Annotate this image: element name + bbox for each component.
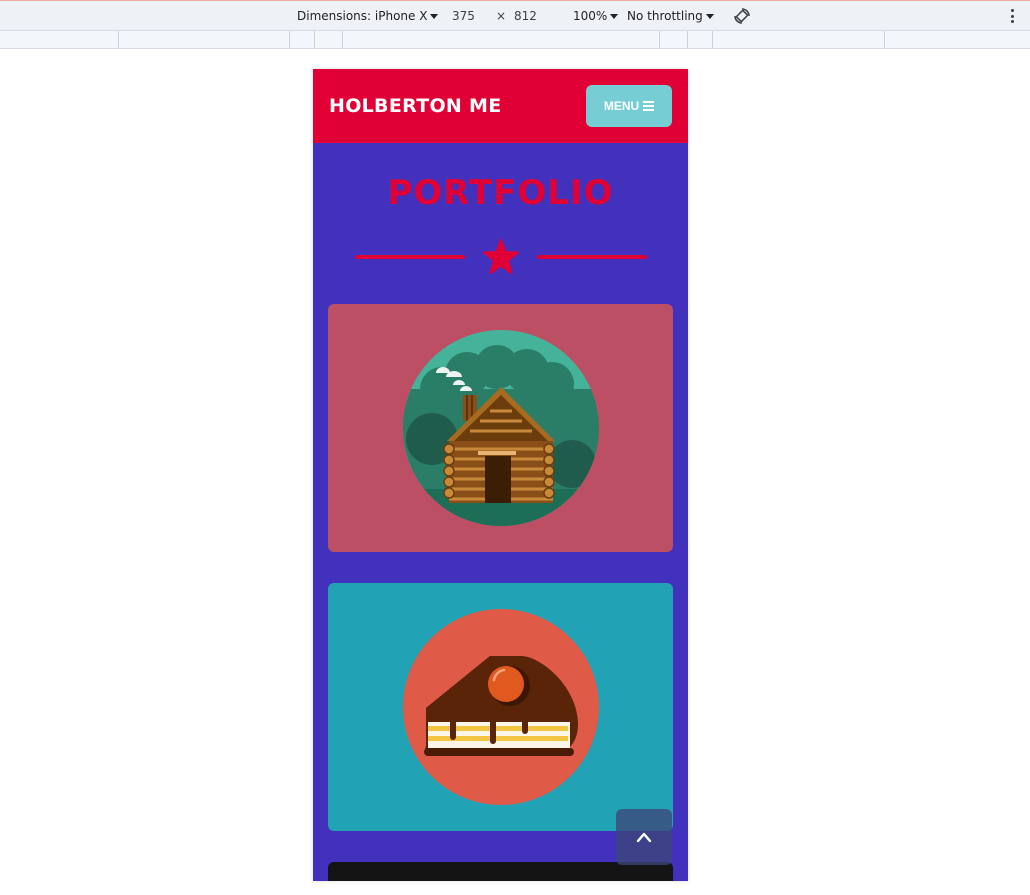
star-icon: [483, 239, 519, 274]
portfolio-item-cabin[interactable]: [328, 304, 673, 552]
height-input[interactable]: 812: [514, 9, 537, 23]
scroll-top-button[interactable]: [616, 809, 672, 865]
chevron-down-icon: [705, 13, 714, 19]
throttling-select[interactable]: No throttling: [627, 9, 714, 23]
zoom-label: 100%: [573, 9, 608, 23]
divider-line: [537, 255, 647, 259]
menu-label: MENU: [603, 99, 640, 113]
dimension-separator: ×: [496, 9, 506, 23]
width-value: 375: [452, 9, 475, 23]
chevron-down-icon: [430, 13, 439, 19]
zoom-select[interactable]: 100%: [573, 9, 619, 23]
portfolio-item-cake[interactable]: [328, 583, 673, 831]
height-value: 812: [514, 9, 537, 23]
more-vert-icon[interactable]: [1007, 8, 1017, 24]
log-cabin-illustration: [402, 330, 599, 526]
chevron-down-icon: [610, 13, 619, 19]
times-symbol: ×: [496, 9, 507, 23]
chocolate-cake-slice-illustration: [402, 609, 599, 805]
throttling-label: No throttling: [627, 9, 703, 23]
width-input[interactable]: 375: [452, 9, 475, 23]
menu-button[interactable]: MENU: [586, 85, 672, 127]
bars-icon: [643, 101, 655, 111]
chevron-up-icon: [636, 832, 652, 843]
device-viewport: HOLBERTON ME MENU PORTFOLIO: [313, 69, 688, 881]
device-toolbar: Dimensions: iPhone X 375 × 812 100% No t…: [0, 0, 1030, 31]
brand-title[interactable]: HOLBERTON ME: [329, 95, 502, 117]
title-divider: [355, 237, 647, 275]
device-select-label: Dimensions: iPhone X: [297, 9, 428, 23]
rotate-icon[interactable]: [733, 7, 751, 25]
site-header: HOLBERTON ME MENU: [313, 69, 688, 143]
media-query-ruler: [0, 31, 1030, 49]
device-select[interactable]: Dimensions: iPhone X: [297, 9, 439, 23]
section-title: PORTFOLIO: [387, 173, 614, 213]
divider-line: [355, 255, 465, 259]
